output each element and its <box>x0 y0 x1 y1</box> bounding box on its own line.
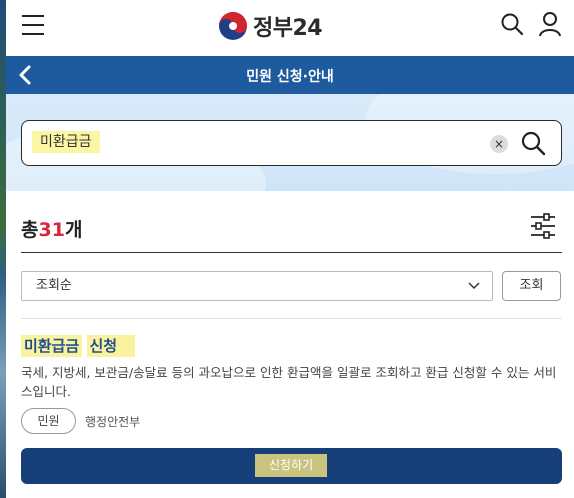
result-item-title-rest: 신청 <box>87 335 136 357</box>
department-label: 행정안전부 <box>85 415 141 429</box>
result-count-suffix: 개 <box>64 219 83 241</box>
result-item-title-highlight: 미환급금 <box>21 335 83 357</box>
page-title: 민원 신청·안내 <box>246 69 334 85</box>
top-header: 정부24 <box>6 0 574 56</box>
search-icon[interactable] <box>500 12 524 36</box>
sort-order-value: 조회순 <box>36 278 72 293</box>
result-item-description: 국세, 지방세, 보관금/송달료 등의 과오납으로 인한 환급액을 일괄로 조회… <box>21 365 557 399</box>
logo-text: 정부24 <box>253 16 323 41</box>
search-input-value: 미환급금 <box>32 131 100 153</box>
filter-sliders-icon[interactable] <box>530 212 556 240</box>
results-section: 총31개 조회순 조회 미환급금 신청 국세, 지방세, 보관금/송달료 등의 … <box>6 191 574 498</box>
chevron-down-icon <box>468 282 480 290</box>
divider <box>21 252 562 253</box>
search-submit-icon[interactable] <box>520 130 546 156</box>
divider <box>21 318 562 319</box>
apply-button[interactable]: 신청하기 <box>21 448 562 484</box>
site-logo[interactable]: 정부24 <box>218 9 323 43</box>
sort-order-select[interactable]: 조회순 <box>21 271 493 301</box>
apply-button-label: 신청하기 <box>255 454 328 477</box>
search-input[interactable]: 미환급금 × <box>21 120 562 166</box>
hamburger-menu-icon[interactable] <box>22 15 44 35</box>
page-titlebar: 민원 신청·안내 <box>6 56 574 94</box>
clear-search-button[interactable]: × <box>490 135 508 153</box>
taegeuk-emblem-icon <box>219 12 247 40</box>
result-item-title[interactable]: 미환급금 신청 <box>21 335 136 357</box>
lookup-button[interactable]: 조회 <box>502 271 561 301</box>
result-count-prefix: 총 <box>21 219 39 241</box>
category-badge: 민원 <box>21 408 76 434</box>
user-icon[interactable] <box>538 11 562 37</box>
result-count-number: 31 <box>38 219 65 241</box>
result-count: 총31개 <box>21 215 82 242</box>
search-section: 미환급금 × <box>6 94 574 191</box>
